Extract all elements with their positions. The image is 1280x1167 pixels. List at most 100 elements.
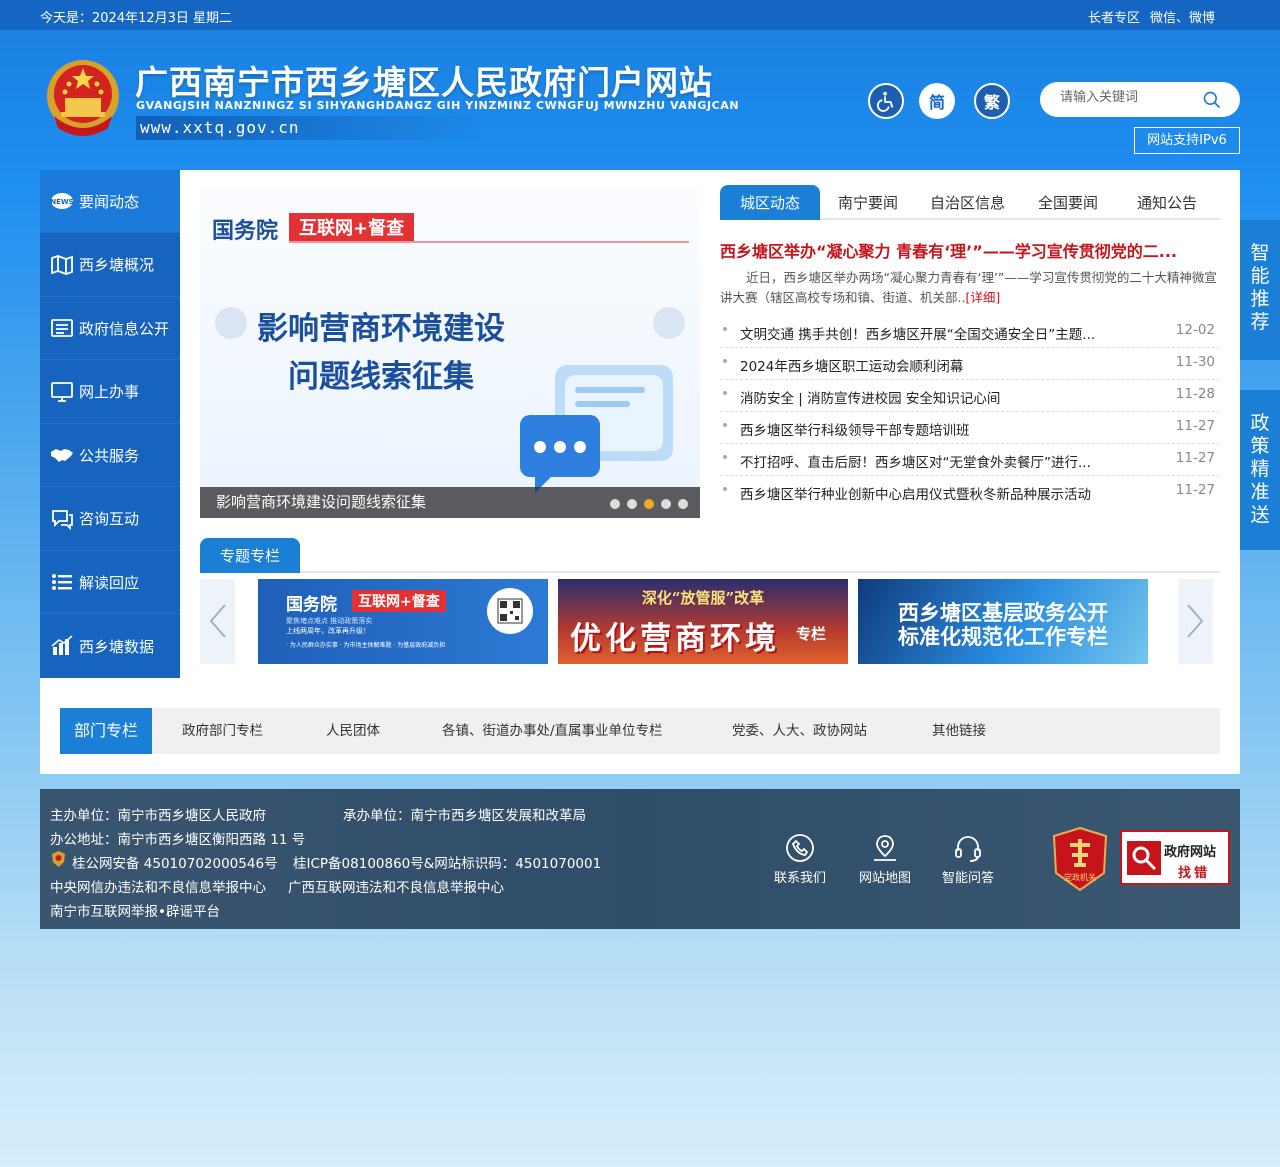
- footer-police-record-link[interactable]: 桂公网安备 45010702000546号: [72, 852, 278, 872]
- news-title[interactable]: 文明交通 携手共创！西乡塘区开展“全国交通安全日”主题...: [740, 323, 1130, 343]
- news-title[interactable]: 西乡塘区举行种业创新中心启用仪式暨秋冬新品种展示活动: [740, 483, 1130, 503]
- list-item[interactable]: 2024年西乡塘区职工运动会顺利闭幕 11-30: [720, 350, 1220, 380]
- sidenav-item-interpretation[interactable]: 解读回应: [40, 551, 180, 614]
- list-item[interactable]: 消防安全 | 消防宣传进校园 安全知识记心间 11-28: [720, 382, 1220, 412]
- tab-department-column[interactable]: 部门专栏: [60, 708, 152, 754]
- carousel-dot-active[interactable]: [644, 499, 654, 509]
- sidenav-item-news[interactable]: NEWS 要闻动态: [40, 170, 180, 233]
- news-date: 11-30: [1175, 354, 1215, 370]
- top-links: 长者专区 微信、微博: [1088, 7, 1215, 26]
- banner-headline-line2: 问题线索征集: [288, 359, 474, 395]
- banner-next-button[interactable]: [653, 307, 685, 339]
- policy-push-panel[interactable]: 政策精准送: [1240, 390, 1280, 550]
- sidenav-item-public-service[interactable]: 公共服务: [40, 424, 180, 487]
- card-line2: 优化营商环境: [570, 621, 780, 657]
- gov-site-error-finder-button[interactable]: 政府网站 找错: [1120, 830, 1230, 885]
- headline-news-link[interactable]: 西乡塘区举办“凝心聚力 青春有‘理’”——学习宣传贯彻党的二...: [720, 238, 1215, 262]
- footer-icp-link[interactable]: 桂ICP备08100860号&网站标识码：4501070001: [293, 852, 601, 872]
- topics-next-button[interactable]: [1178, 579, 1213, 664]
- search-input[interactable]: [1060, 90, 1200, 105]
- footer-report-nanning-link[interactable]: 南宁市互联网举报•辟谣平台: [50, 900, 220, 920]
- sitemap-label: 网站地图: [858, 871, 911, 886]
- tab-towns-streets[interactable]: 各镇、街道办事处/直属事业单位专栏: [442, 708, 663, 754]
- chevron-left-icon: [209, 604, 226, 638]
- card-suffix: 专栏: [796, 625, 827, 643]
- error-finder-line1: 政府网站: [1164, 845, 1217, 860]
- sidenav-label: 网上办事: [79, 383, 140, 401]
- bullet: [723, 487, 727, 491]
- search-box: [1040, 82, 1240, 117]
- accessibility-button[interactable]: [868, 83, 904, 119]
- handshake-icon: [51, 449, 73, 462]
- banner-tag: 互联网+督查: [289, 213, 415, 241]
- banner-headline-line1: 影响营商环境建设: [257, 311, 505, 347]
- sidenav-label: 解读回应: [79, 573, 140, 592]
- simplified-chinese-button[interactable]: 简: [919, 83, 955, 119]
- topics-prev-button[interactable]: [200, 579, 235, 664]
- banner-prev-button[interactable]: [215, 307, 247, 339]
- detail-link[interactable]: [详细]: [965, 290, 1000, 305]
- party-gov-organ-badge[interactable]: 党政机关: [1053, 827, 1107, 891]
- national-emblem-logo: [47, 60, 119, 136]
- news-title[interactable]: 2024年西乡塘区职工运动会顺利闭幕: [740, 355, 1130, 375]
- topic-card-inspection[interactable]: 国务院 互联网+督查 聚焦堵点难点 推动政策落实 上线两周年，改革再升级！ · …: [258, 579, 548, 664]
- footer-report-central-link[interactable]: 中央网信办违法和不良信息举报中心: [50, 876, 266, 896]
- news-title[interactable]: 西乡塘区举行科级领导干部专题培训班: [740, 419, 1130, 439]
- footer-organizer: 承办单位：南宁市西乡塘区发展和改革局: [343, 808, 586, 824]
- bullet: [723, 455, 727, 459]
- list-item[interactable]: 西乡塘区举行科级领导干部专题培训班 11-27: [720, 414, 1220, 444]
- tab-nanning-news[interactable]: 南宁要闻: [838, 185, 898, 220]
- list-item[interactable]: 文明交通 携手共创！西乡塘区开展“全国交通安全日”主题... 12-02: [720, 318, 1220, 348]
- special-topics-header: 专题专栏: [200, 538, 1220, 573]
- topic-card-gov-openness[interactable]: 西乡塘区基层政务公开 标准化规范化工作专栏: [858, 579, 1148, 664]
- chat-icon: [52, 509, 73, 530]
- smart-qa-button[interactable]: 智能问答: [938, 833, 998, 886]
- elderly-zone-link[interactable]: 长者专区: [1088, 7, 1140, 26]
- carousel-dot[interactable]: [678, 499, 688, 509]
- topic-card-business-environment[interactable]: 深化“放管服”改革 优化营商环境 专栏: [558, 579, 848, 664]
- tab-other-links[interactable]: 其他链接: [932, 708, 986, 754]
- sitemap-button[interactable]: 网站地图: [855, 833, 915, 886]
- sidenav-label: 咨询互动: [79, 510, 140, 528]
- sidenav-item-overview[interactable]: 西乡塘概况: [40, 234, 180, 297]
- traditional-chinese-button[interactable]: 繁: [974, 83, 1010, 119]
- svg-text:NEWS: NEWS: [50, 198, 73, 206]
- footer-report-guangxi-link[interactable]: 广西互联网违法和不良信息举报中心: [288, 876, 504, 896]
- news-tabs: 城区动态 南宁要闻 自治区信息 全国要闻 通知公告: [720, 185, 1220, 220]
- bullet: [723, 423, 727, 427]
- smart-recommend-panel[interactable]: 智能推荐: [1240, 220, 1280, 360]
- carousel-dot[interactable]: [627, 499, 637, 509]
- search-icon[interactable]: [1202, 90, 1222, 110]
- tab-people-groups[interactable]: 人民团体: [326, 708, 380, 754]
- news-title[interactable]: 不打招呼、直击后厨！西乡塘区对“无堂食外卖餐厅”进行...: [740, 451, 1130, 471]
- tab-special-topics[interactable]: 专题专栏: [200, 538, 300, 573]
- chevron-right-icon: [1187, 604, 1204, 638]
- wechat-weibo-link[interactable]: 微信、微博: [1150, 7, 1215, 26]
- site-title-pinyin: GVANGJSIH NANZNINGZ SI SIHYANGHDANGZ GIH…: [136, 99, 740, 112]
- party-badge-text: 党政机关: [1064, 872, 1096, 882]
- error-finder-line2: 找错: [1178, 866, 1211, 881]
- tab-region-info[interactable]: 自治区信息: [930, 185, 1005, 220]
- card-brand: 国务院: [286, 595, 337, 615]
- tab-gov-departments[interactable]: 政府部门专栏: [182, 708, 263, 754]
- sidenav-item-online-service[interactable]: 网上办事: [40, 361, 180, 424]
- list-item[interactable]: 不打招呼、直击后厨！西乡塘区对“无堂食外卖餐厅”进行... 11-27: [720, 446, 1220, 476]
- side-navigation: NEWS 要闻动态 西乡塘概况 政府信息公开 网上办事 公共服务 咨询互动 解读…: [40, 170, 180, 678]
- news-date: 12-02: [1175, 322, 1215, 338]
- sidenav-item-data[interactable]: 西乡塘数据: [40, 615, 180, 678]
- list-item[interactable]: 西乡塘区举行种业创新中心启用仪式暨秋冬新品种展示活动 11-27: [720, 478, 1220, 508]
- sidenav-item-consultation[interactable]: 咨询互动: [40, 488, 180, 551]
- card-sub1: 聚焦堵点难点 推动政策落实: [286, 617, 373, 625]
- news-title[interactable]: 消防安全 | 消防宣传进校园 安全知识记心间: [740, 387, 1130, 407]
- carousel-dot[interactable]: [610, 499, 620, 509]
- contact-us-button[interactable]: 联系我们: [770, 833, 830, 886]
- tab-notices[interactable]: 通知公告: [1137, 185, 1197, 220]
- tab-party-congress[interactable]: 党委、人大、政协网站: [732, 708, 867, 754]
- list-icon: [52, 574, 72, 590]
- banner-carousel[interactable]: 国务院 互联网+督查 影响营商环境建设 问题线索征集 影响营商环境建设问题线索征…: [200, 185, 700, 518]
- carousel-dot[interactable]: [661, 499, 671, 509]
- sidenav-item-gov-info[interactable]: 政府信息公开: [40, 297, 180, 360]
- smart-qa-label: 智能问答: [941, 871, 994, 886]
- tab-district-news[interactable]: 城区动态: [720, 185, 820, 220]
- tab-national-news[interactable]: 全国要闻: [1038, 185, 1098, 220]
